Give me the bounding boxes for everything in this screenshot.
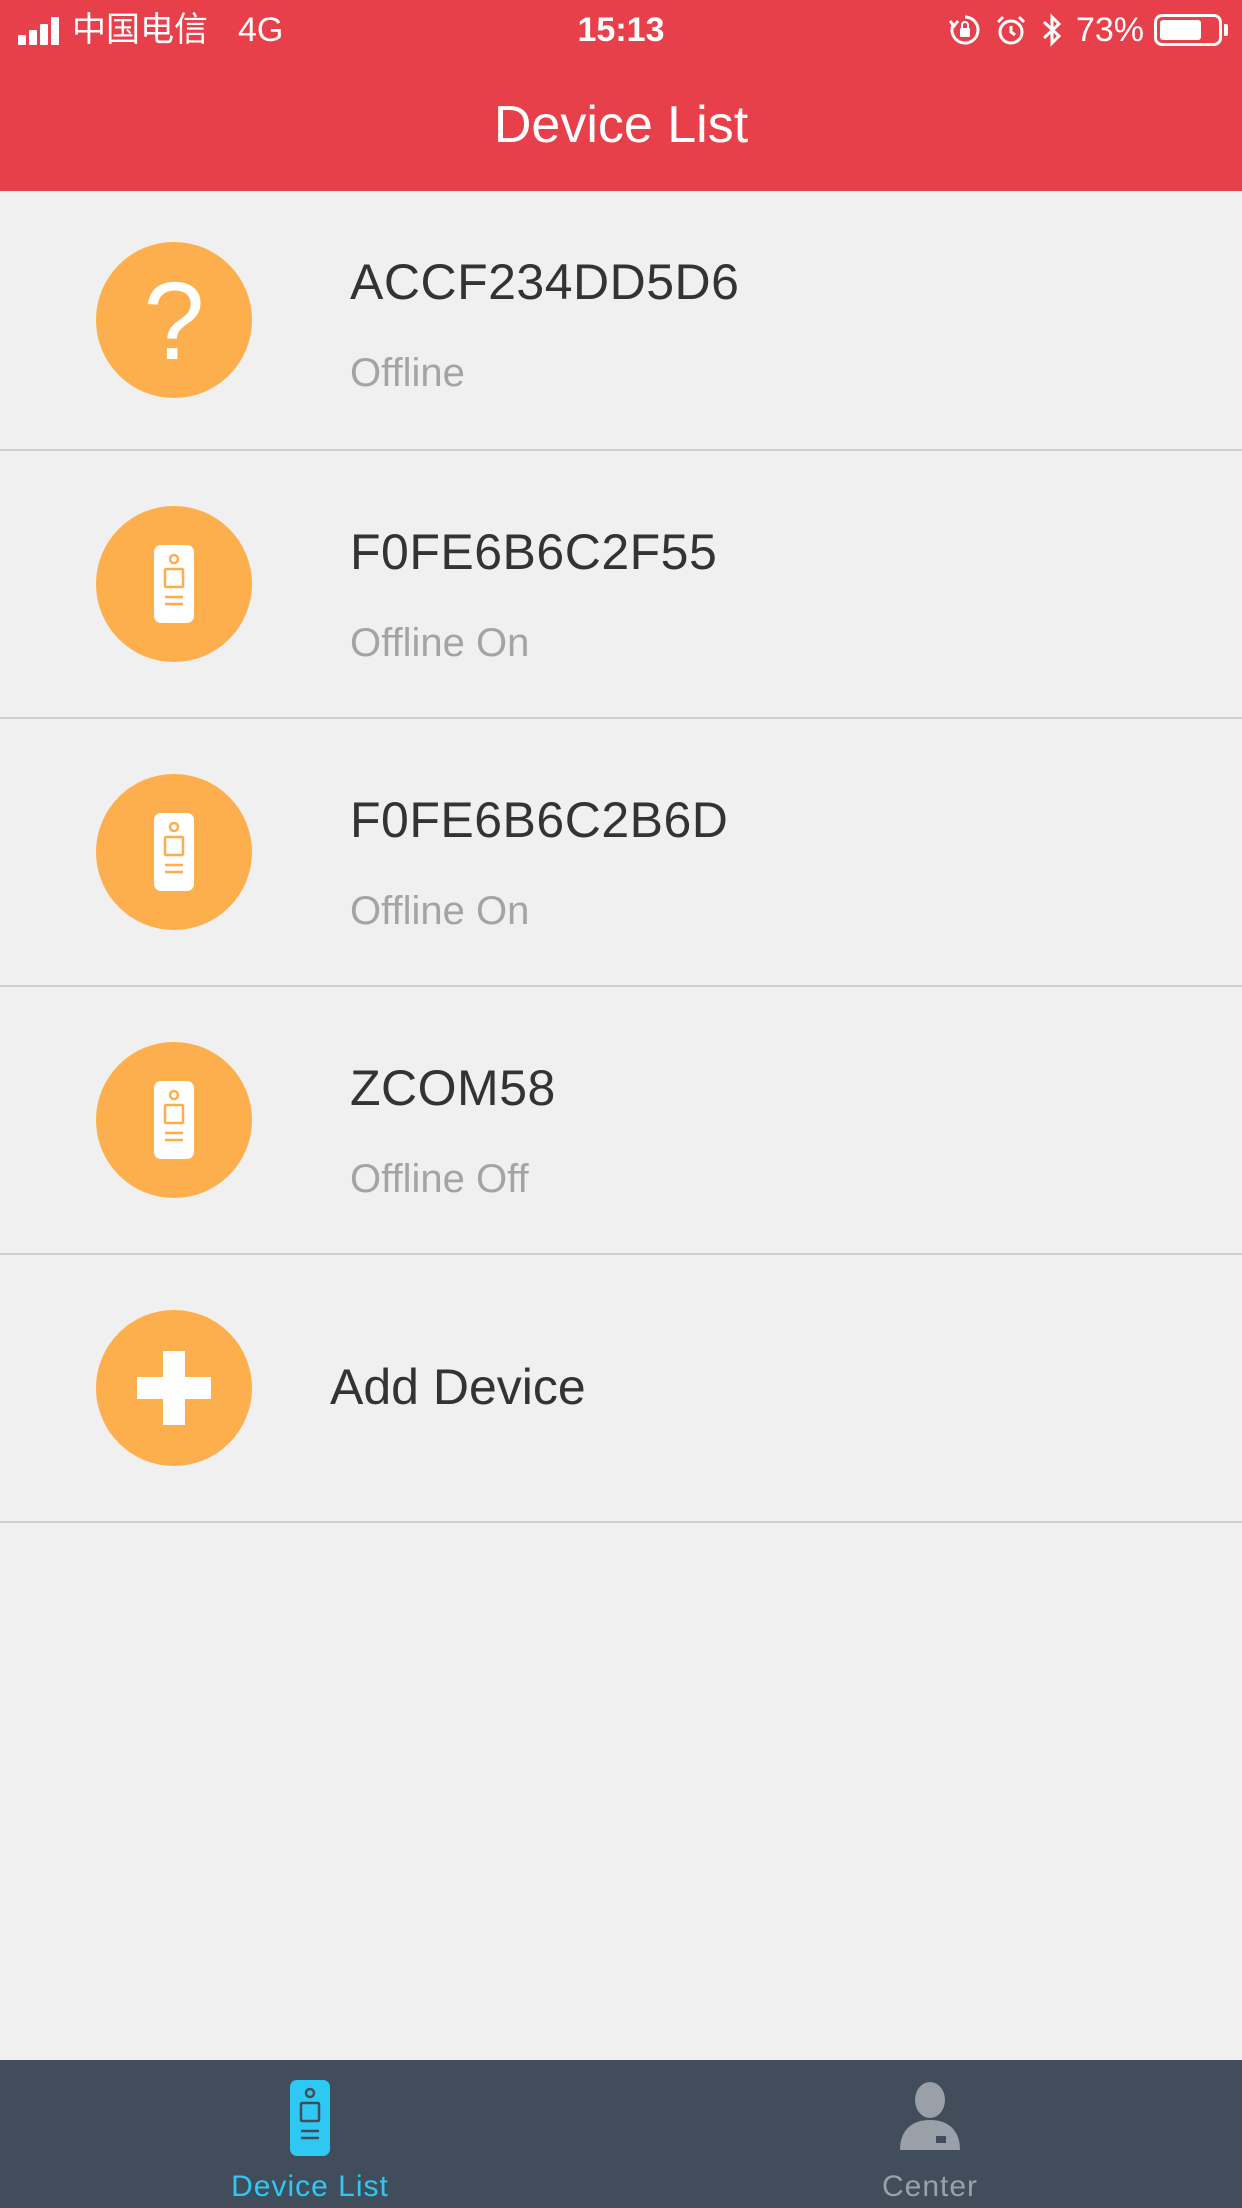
tab-device-list-icon bbox=[160, 2080, 460, 2160]
battery-tip bbox=[1224, 24, 1228, 36]
tab-device-list-label: Device List bbox=[231, 2170, 389, 2203]
device-status: Offline On bbox=[350, 621, 530, 665]
doorbell-icon bbox=[154, 545, 194, 623]
alarm-icon bbox=[994, 13, 1028, 47]
device-avatar bbox=[96, 1042, 252, 1198]
doorbell-icon bbox=[154, 1081, 194, 1159]
device-name: F0FE6B6C2F55 bbox=[350, 524, 718, 580]
tab-center-label: Center bbox=[881, 2170, 979, 2203]
battery-fill bbox=[1160, 20, 1201, 40]
person-icon bbox=[900, 2082, 960, 2150]
status-right: 73% bbox=[948, 0, 1228, 60]
tab-center[interactable]: Center bbox=[780, 2060, 1080, 2208]
doorbell-icon bbox=[290, 2080, 330, 2156]
device-status: Offline Off bbox=[350, 1157, 529, 1201]
battery-icon bbox=[1154, 14, 1222, 46]
add-device-row[interactable]: Add Device bbox=[0, 1255, 1242, 1523]
tab-center-icon bbox=[780, 2080, 1080, 2160]
tab-device-list[interactable]: Device List bbox=[160, 2060, 460, 2208]
orientation-lock-icon bbox=[948, 13, 982, 47]
battery-percent: 73% bbox=[1075, 11, 1144, 49]
bluetooth-icon bbox=[1040, 12, 1064, 48]
device-row[interactable]: F0FE6B6C2B6D Offline On bbox=[0, 719, 1242, 987]
doorbell-icon bbox=[154, 813, 194, 891]
device-status: Offline On bbox=[350, 889, 530, 933]
page-title: Device List bbox=[493, 96, 749, 154]
plus-icon bbox=[137, 1351, 211, 1425]
add-device-label: Add Device bbox=[330, 1359, 586, 1415]
tab-bar: Device List Center bbox=[0, 2060, 1242, 2208]
device-row[interactable]: F0FE6B6C2F55 Offline On bbox=[0, 451, 1242, 719]
nav-bar: Device List bbox=[0, 60, 1242, 191]
device-avatar bbox=[96, 774, 252, 930]
device-name: ZCOM58 bbox=[350, 1060, 556, 1116]
device-row[interactable]: ? ACCF234DD5D6 Offline bbox=[0, 191, 1242, 451]
device-name: ACCF234DD5D6 bbox=[350, 254, 740, 310]
status-bar: 中国电信 4G 15:13 73% bbox=[0, 0, 1242, 60]
device-status: Offline bbox=[350, 351, 465, 395]
device-avatar: ? bbox=[96, 242, 252, 398]
device-list: ? ACCF234DD5D6 Offline F0FE6B6C2F55 Offl… bbox=[0, 191, 1242, 1523]
device-avatar bbox=[96, 506, 252, 662]
question-icon: ? bbox=[143, 260, 205, 383]
add-device-avatar bbox=[96, 1310, 252, 1466]
device-name: F0FE6B6C2B6D bbox=[350, 792, 729, 848]
device-row[interactable]: ZCOM58 Offline Off bbox=[0, 987, 1242, 1255]
